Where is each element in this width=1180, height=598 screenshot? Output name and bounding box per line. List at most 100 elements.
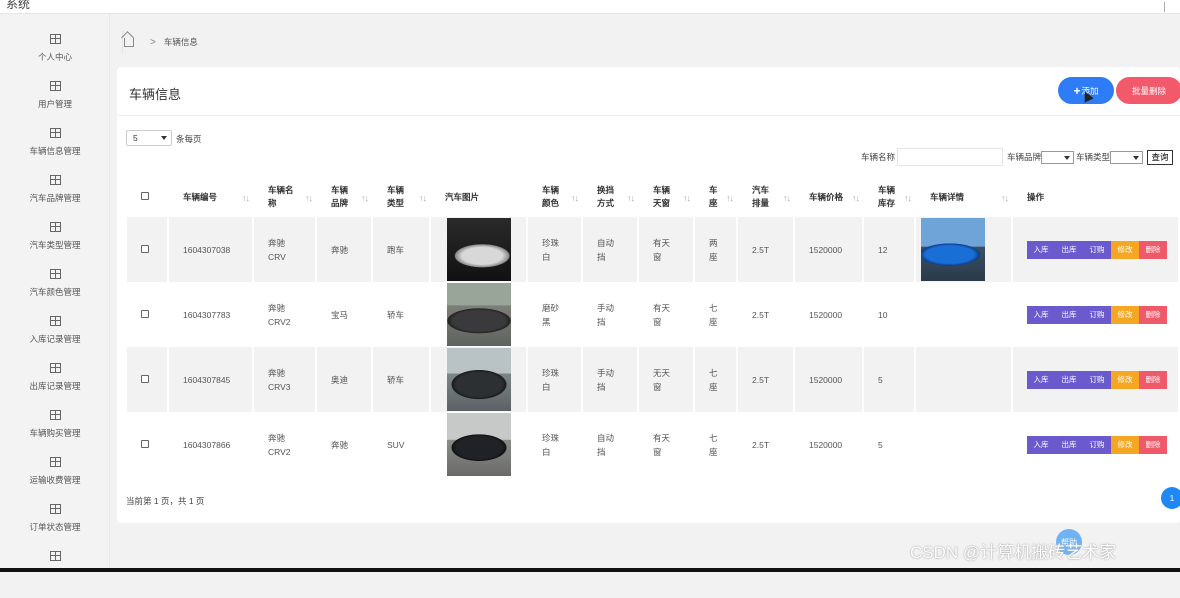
sidebar-item-label: 车辆信息管理 <box>29 146 81 156</box>
watermark: CSDN @计算机搬砖艺术家 <box>910 543 1117 562</box>
table-row: 1604307783 奔驰CRV2 宝马 轿车 磨砂黑 手动挡 有天窗 七座 2.5T 15200… <box>127 282 1180 347</box>
table-cell: 入库 出库 订购 修改 删除 <box>1013 347 1180 412</box>
sort-icon[interactable]: ↑↓ <box>627 192 635 205</box>
sidebar-item[interactable]: 汽车类型管理 <box>0 222 110 269</box>
out-button[interactable]: 出库 <box>1055 435 1083 454</box>
out-button[interactable]: 出库 <box>1055 370 1083 389</box>
table-cell <box>916 412 1013 477</box>
table-cell: 轿车 <box>373 347 431 412</box>
in-button[interactable]: 入库 <box>1027 435 1055 454</box>
sort-icon[interactable]: ↑↓ <box>726 192 734 205</box>
sort-icon[interactable]: ↑↓ <box>242 192 250 205</box>
vehicle-brand-select[interactable] <box>1041 150 1075 164</box>
sort-icon[interactable]: ↑↓ <box>904 192 912 205</box>
sort-icon[interactable]: ↑↓ <box>852 192 860 205</box>
search-button[interactable]: 查询 <box>1147 149 1174 165</box>
header-price[interactable]: 车辆价格 ↑↓ <box>795 177 864 217</box>
sidebar-item-label: 个人中心 <box>37 52 72 62</box>
sort-icon[interactable]: ↑↓ <box>571 192 579 205</box>
sidebar-item[interactable] <box>0 551 110 598</box>
cell-displacement: 2.5T <box>752 374 770 385</box>
cell-type: 轿车 <box>387 309 405 320</box>
in-button[interactable]: 入库 <box>1027 240 1055 259</box>
sidebar-item[interactable]: 运输收费管理 <box>0 457 110 504</box>
table-cell: 1520000 <box>795 412 864 477</box>
select-all-checkbox[interactable] <box>141 191 149 200</box>
table-cell: 2.5T <box>738 282 795 347</box>
sort-icon[interactable]: ↑↓ <box>419 192 427 205</box>
cell-price: 1520000 <box>809 439 843 450</box>
batch-delete-button[interactable]: 批量删除 <box>1116 77 1180 104</box>
cell-price: 1520000 <box>809 309 843 320</box>
sort-icon[interactable]: ↑↓ <box>305 192 313 205</box>
sort-icon[interactable]: ↑↓ <box>683 192 691 205</box>
table-cell: 1520000 <box>795 217 864 282</box>
delete-button[interactable]: 删除 <box>1139 305 1167 324</box>
header-name[interactable]: 车辆名称 ↑↓ <box>254 177 317 217</box>
vehicle-name-input[interactable] <box>897 148 1004 166</box>
cell-sunroof: 有天窗 <box>653 432 671 457</box>
header-detail[interactable]: 车辆详情 ↑↓ <box>916 177 1013 217</box>
table-cell: 珍珠白 <box>528 217 583 282</box>
row-checkbox[interactable] <box>141 439 149 448</box>
edit-button[interactable]: 修改 <box>1111 305 1139 324</box>
cell-color: 珍珠白 <box>542 237 560 262</box>
vehicle-type-select[interactable] <box>1110 150 1144 164</box>
row-checkbox[interactable] <box>141 374 149 383</box>
sort-icon[interactable]: ↑↓ <box>361 192 369 205</box>
header-id[interactable]: 车辆编号 ↑↓ <box>169 177 254 217</box>
white-sportscar-photo <box>447 218 511 281</box>
sidebar-item[interactable]: 个人中心 <box>0 34 110 81</box>
sidebar-item[interactable]: 车辆信息管理 <box>0 128 110 175</box>
sidebar-item[interactable]: 出库记录管理 <box>0 363 110 410</box>
header-sunroof[interactable]: 车辆天窗 ↑↓ <box>639 177 695 217</box>
out-button[interactable]: 出库 <box>1055 240 1083 259</box>
table-cell <box>127 217 169 282</box>
sort-icon[interactable]: ↑↓ <box>1001 192 1009 205</box>
edit-button[interactable]: 修改 <box>1111 435 1139 454</box>
sidebar-item[interactable]: 订单状态管理 <box>0 504 110 551</box>
table-cell: SUV <box>373 412 431 477</box>
cell-name: 奔驰CRV2 <box>268 302 291 327</box>
in-button[interactable]: 入库 <box>1027 305 1055 324</box>
sidebar-item[interactable]: 车辆购买管理 <box>0 410 110 457</box>
order-button[interactable]: 订购 <box>1083 370 1111 389</box>
table-cell: 5 <box>864 347 916 412</box>
pager-page-1[interactable]: 1 <box>1161 487 1180 509</box>
sidebar-item[interactable]: 汽车品牌管理 <box>0 175 110 222</box>
sidebar-item[interactable]: 入库记录管理 <box>0 316 110 363</box>
page-size-select[interactable]: 5 <box>126 130 172 146</box>
edit-button[interactable]: 修改 <box>1111 240 1139 259</box>
table-cell: 奔驰 <box>317 412 373 477</box>
row-checkbox[interactable] <box>141 309 149 318</box>
delete-button[interactable]: 删除 <box>1139 370 1167 389</box>
order-button[interactable]: 订购 <box>1083 305 1111 324</box>
table-cell <box>127 282 169 347</box>
sidebar-item[interactable]: 用户管理 <box>0 81 110 128</box>
header-color[interactable]: 车辆颜色 ↑↓ <box>528 177 583 217</box>
header-brand[interactable]: 车辆品牌 ↑↓ <box>317 177 373 217</box>
header-seats[interactable]: 车座 ↑↓ <box>695 177 738 217</box>
delete-button[interactable]: 删除 <box>1139 435 1167 454</box>
home-icon[interactable] <box>124 37 134 47</box>
cell-gear: 手动挡 <box>597 367 615 392</box>
header-gear[interactable]: 换挡方式 ↑↓ <box>583 177 639 217</box>
pager-summary: 当前第 1 页，共 1 页 <box>126 496 205 506</box>
header-stock[interactable]: 车辆库存 ↑↓ <box>864 177 916 217</box>
row-checkbox[interactable] <box>141 244 149 253</box>
in-button[interactable]: 入库 <box>1027 370 1055 389</box>
sort-icon[interactable]: ↑↓ <box>783 192 791 205</box>
sidebar-item[interactable]: 汽车颜色管理 <box>0 269 110 316</box>
header-displacement[interactable]: 汽车排量 ↑↓ <box>738 177 795 217</box>
header-type[interactable]: 车辆类型 ↑↓ <box>373 177 431 217</box>
order-button[interactable]: 订购 <box>1083 435 1111 454</box>
blue-supercar-photo[interactable] <box>921 218 985 281</box>
sidebar-item-label: 出库记录管理 <box>29 381 81 391</box>
out-button[interactable]: 出库 <box>1055 305 1083 324</box>
order-button[interactable]: 订购 <box>1083 240 1111 259</box>
delete-button[interactable]: 删除 <box>1139 240 1167 259</box>
cell-displacement: 2.5T <box>752 309 770 320</box>
card-header: 车辆信息 + 添加 批量删除 <box>117 67 1180 116</box>
edit-button[interactable]: 修改 <box>1111 370 1139 389</box>
table-cell: 奥迪 <box>317 347 373 412</box>
